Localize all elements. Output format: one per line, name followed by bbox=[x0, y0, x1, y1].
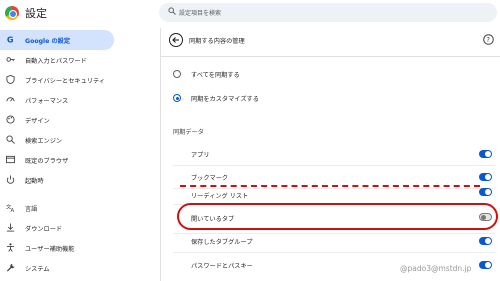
sidebar-item-google[interactable]: G Google の設定 bbox=[0, 30, 114, 50]
search-icon bbox=[168, 7, 176, 15]
search-icon bbox=[6, 135, 15, 144]
sidebar-item-on-startup[interactable]: 起動時 bbox=[0, 170, 114, 190]
sync-reading-list-label: リーディング リスト bbox=[191, 193, 249, 200]
accessibility-icon bbox=[6, 243, 15, 252]
header-divider bbox=[161, 56, 500, 57]
google-icon: G bbox=[7, 35, 14, 44]
sync-passwords-label: パスワードとパスキー bbox=[191, 263, 253, 270]
section-title: 同期データ bbox=[173, 129, 204, 136]
sidebar-item-label: 自動入力とパスワード bbox=[25, 58, 87, 65]
sidebar-item-languages[interactable]: 文A 言語 bbox=[0, 198, 114, 218]
row-divider bbox=[173, 165, 495, 166]
sidebar-item-search-engine[interactable]: 検索エンジン bbox=[0, 130, 114, 150]
row-divider bbox=[173, 233, 495, 234]
sync-bookmarks-label: ブックマーク bbox=[191, 175, 229, 182]
top-bar: 設定 設定項目を検索 bbox=[0, 0, 500, 28]
sidebar-item-privacy[interactable]: プライバシーとセキュリティ bbox=[0, 70, 114, 90]
sync-reading-list-toggle[interactable] bbox=[479, 188, 492, 196]
sidebar-item-label: システム bbox=[25, 266, 50, 273]
row-divider bbox=[173, 188, 495, 189]
sync-bookmarks-toggle[interactable] bbox=[479, 173, 492, 181]
sidebar-item-autofill[interactable]: 自動入力とパスワード bbox=[0, 50, 114, 70]
watermark: @pado3@mstdn.jp bbox=[400, 264, 472, 273]
download-icon bbox=[6, 223, 15, 232]
sidebar-item-label: ユーザー補助機能 bbox=[25, 246, 75, 253]
sidebar-item-accessibility[interactable]: ユーザー補助機能 bbox=[0, 238, 114, 258]
sidebar-item-label: 検索エンジン bbox=[25, 138, 63, 145]
sync-tab-groups-toggle[interactable] bbox=[479, 237, 492, 245]
search-input[interactable]: 設定項目を検索 bbox=[159, 3, 497, 22]
sync-all-label: すべてを同期する bbox=[191, 72, 240, 79]
help-icon[interactable]: ? bbox=[483, 34, 494, 45]
browser-icon bbox=[6, 155, 15, 164]
page-title: 同期する内容の管理 bbox=[189, 38, 245, 45]
row-divider bbox=[173, 252, 495, 253]
sidebar-item-label: パフォーマンス bbox=[25, 98, 69, 105]
sidebar-item-downloads[interactable]: ダウンロード bbox=[0, 218, 114, 238]
palette-icon bbox=[6, 115, 15, 124]
sidebar-item-label: 起動時 bbox=[25, 178, 44, 185]
sync-settings-panel: 同期する内容の管理 ? すべてを同期する 同期をカスタマイズする 同期データ ア… bbox=[160, 28, 500, 281]
sidebar-item-label: 既定のブラウザ bbox=[25, 158, 69, 165]
wrench-icon bbox=[6, 263, 15, 272]
sidebar: G Google の設定 自動入力とパスワード プライバシーとセキュリティ パフ… bbox=[0, 28, 160, 281]
sidebar-item-label: Google の設定 bbox=[25, 38, 71, 45]
back-button[interactable] bbox=[169, 33, 183, 47]
sidebar-item-default-browser[interactable]: 既定のブラウザ bbox=[0, 150, 114, 170]
customize-sync-label: 同期をカスタマイズする bbox=[191, 96, 259, 103]
annotation-dashed-line bbox=[180, 185, 480, 187]
svg-text:A: A bbox=[11, 208, 15, 212]
app-title: 設定 bbox=[25, 7, 47, 20]
translate-icon: 文A bbox=[6, 203, 15, 212]
sync-apps-toggle[interactable] bbox=[479, 150, 492, 158]
sidebar-item-label: プライバシーとセキュリティ bbox=[25, 78, 105, 85]
annotation-highlight-oval bbox=[177, 203, 498, 230]
shield-icon bbox=[6, 75, 15, 84]
sidebar-item-system[interactable]: システム bbox=[0, 258, 114, 278]
arrow-left-icon bbox=[172, 37, 179, 43]
sync-passwords-toggle[interactable] bbox=[479, 261, 492, 269]
sidebar-item-performance[interactable]: パフォーマンス bbox=[0, 90, 114, 110]
key-icon bbox=[6, 57, 15, 62]
sync-tab-groups-label: 保存したタブグループ bbox=[191, 239, 253, 246]
chrome-logo-icon bbox=[5, 6, 19, 20]
sidebar-item-label: デザイン bbox=[25, 118, 50, 125]
sync-all-radio[interactable] bbox=[173, 70, 181, 78]
sync-apps-label: アプリ bbox=[191, 152, 210, 159]
svg-text:?: ? bbox=[486, 36, 490, 44]
sidebar-item-label: ダウンロード bbox=[25, 226, 63, 233]
customize-sync-radio[interactable] bbox=[173, 94, 181, 102]
svg-text:G: G bbox=[7, 35, 14, 44]
sidebar-item-appearance[interactable]: デザイン bbox=[0, 110, 114, 130]
sidebar-item-label: 言語 bbox=[25, 206, 38, 213]
power-icon bbox=[6, 175, 15, 184]
speedometer-icon bbox=[6, 97, 15, 102]
search-placeholder: 設定項目を検索 bbox=[179, 10, 222, 17]
